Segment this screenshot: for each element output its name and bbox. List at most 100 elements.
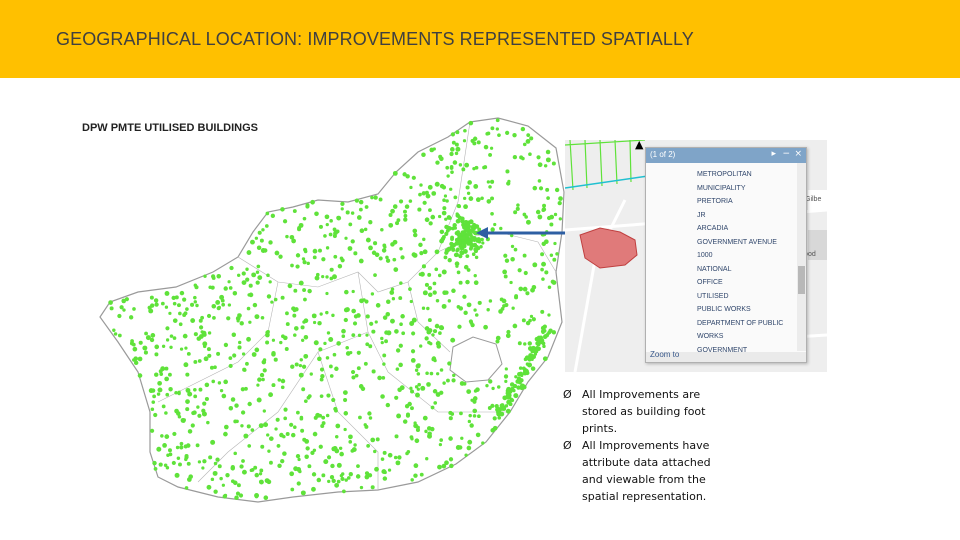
building-point — [427, 431, 432, 437]
building-point — [345, 210, 350, 215]
building-point — [186, 351, 191, 356]
building-point — [212, 470, 218, 476]
building-point — [468, 196, 474, 201]
building-point — [287, 283, 293, 289]
close-icon[interactable]: × — [794, 149, 802, 159]
building-point — [301, 257, 306, 261]
building-point — [384, 339, 388, 344]
building-point — [291, 432, 296, 438]
building-point — [491, 427, 496, 432]
building-point — [157, 387, 163, 393]
building-point — [345, 345, 349, 350]
building-point — [129, 315, 134, 320]
zoom-to-link[interactable]: Zoom to — [650, 350, 679, 359]
minimize-icon[interactable]: − — [782, 149, 790, 159]
building-point — [223, 493, 228, 498]
building-point — [485, 383, 489, 388]
building-point — [174, 295, 179, 300]
building-point — [283, 335, 288, 341]
building-point — [227, 303, 232, 307]
building-point — [424, 336, 429, 341]
building-point — [370, 437, 376, 443]
building-point — [172, 336, 177, 340]
building-point — [177, 391, 181, 396]
building-point — [211, 379, 216, 384]
building-point — [371, 369, 376, 374]
building-point — [371, 250, 377, 256]
building-point — [506, 181, 511, 186]
building-point — [179, 441, 184, 446]
next-record-icon[interactable]: ▸ — [771, 149, 776, 159]
building-point — [175, 445, 180, 450]
building-point — [241, 271, 246, 276]
building-point — [553, 212, 558, 217]
building-point — [473, 273, 477, 278]
building-point — [474, 165, 479, 170]
building-point — [314, 211, 319, 217]
building-point — [193, 394, 198, 399]
building-point — [261, 228, 265, 232]
building-point — [153, 412, 158, 418]
building-point — [521, 318, 526, 323]
building-point — [439, 325, 445, 331]
building-point — [471, 252, 476, 257]
building-point — [265, 211, 270, 216]
building-point — [425, 457, 429, 461]
building-point — [252, 302, 258, 308]
building-point — [307, 464, 312, 469]
building-point — [422, 237, 426, 242]
building-point — [262, 409, 266, 413]
building-point — [283, 407, 288, 412]
building-point — [197, 359, 202, 363]
popup-header: (1 of 2) ▸ − × — [646, 148, 806, 163]
building-point — [373, 241, 378, 246]
building-point — [257, 230, 262, 235]
building-point — [178, 311, 182, 316]
building-point — [289, 471, 295, 477]
building-point — [381, 248, 387, 253]
building-point — [201, 466, 205, 470]
building-point — [448, 216, 452, 220]
building-point — [217, 381, 222, 385]
building-point — [427, 184, 433, 190]
building-point — [411, 175, 416, 180]
building-point — [413, 463, 419, 469]
building-point — [245, 267, 249, 271]
building-point — [512, 154, 518, 160]
building-point — [519, 371, 523, 376]
building-point — [385, 258, 391, 263]
attribute-popup[interactable]: (1 of 2) ▸ − × METROPOLITAN MUNICIPALITY… — [645, 147, 807, 363]
building-point — [493, 222, 497, 227]
building-point — [223, 431, 228, 437]
building-point — [184, 453, 189, 458]
building-point — [137, 373, 143, 378]
building-point — [250, 428, 255, 432]
building-point — [223, 379, 228, 385]
building-point — [392, 257, 397, 262]
building-point — [343, 411, 349, 416]
building-point — [342, 489, 346, 494]
building-point — [210, 274, 216, 279]
building-point — [258, 423, 264, 429]
building-point — [241, 352, 246, 356]
building-point — [402, 172, 407, 177]
building-point — [439, 438, 444, 442]
popup-scrollbar-thumb[interactable] — [798, 266, 805, 294]
building-point — [525, 139, 531, 144]
popup-scrollbar[interactable] — [797, 163, 806, 351]
building-point — [338, 446, 343, 451]
building-point — [202, 401, 207, 406]
building-point — [284, 347, 289, 351]
building-point — [422, 415, 428, 421]
building-point — [403, 209, 407, 214]
building-point — [468, 319, 473, 324]
building-point — [327, 455, 332, 460]
building-point — [427, 272, 432, 277]
building-point — [212, 316, 216, 320]
building-point — [154, 344, 160, 350]
building-point — [447, 258, 452, 263]
building-point — [351, 333, 356, 338]
building-point — [236, 483, 241, 488]
building-point — [400, 314, 405, 319]
building-point — [422, 290, 428, 296]
